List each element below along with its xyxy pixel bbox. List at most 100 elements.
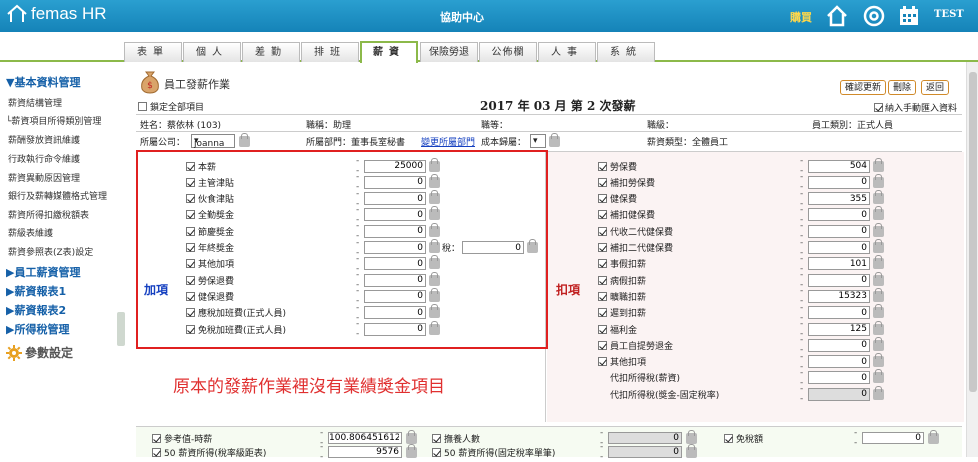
sidebar-group-report2[interactable]: ▶薪資報表2 — [6, 302, 66, 318]
item-checkbox[interactable] — [186, 243, 195, 252]
tab-personal[interactable]: 個人 — [183, 42, 241, 62]
sidebar-item-change-reason[interactable]: 薪資異動原因管理 — [8, 171, 80, 184]
item-checkbox[interactable] — [186, 308, 195, 318]
withholding-input[interactable] — [808, 371, 870, 385]
lock-icon[interactable] — [873, 353, 884, 368]
sidebar-item-payment-info[interactable]: 薪酬發放資訊維護 — [8, 133, 80, 146]
lock-icon[interactable] — [429, 157, 440, 172]
amount-input[interactable] — [364, 192, 426, 206]
lock-icon[interactable] — [873, 385, 884, 400]
at-mail-icon[interactable] — [862, 4, 886, 28]
logo[interactable]: femas HR — [6, 4, 107, 24]
buy-link[interactable]: 購買 — [790, 9, 812, 25]
item-checkbox[interactable] — [186, 161, 195, 171]
item-checkbox[interactable] — [598, 226, 607, 236]
lock-icon[interactable] — [429, 222, 440, 237]
amount-input[interactable] — [364, 159, 426, 173]
item-checkbox[interactable] — [598, 210, 607, 220]
tab-payroll[interactable]: 薪資 — [360, 41, 418, 63]
item-checkbox[interactable] — [598, 243, 607, 252]
amount-input[interactable] — [364, 208, 426, 222]
tab-scheduling[interactable]: 排班 — [301, 42, 359, 62]
lock-icon[interactable] — [873, 369, 884, 384]
sidebar-group-employee-salary[interactable]: ▶員工薪資管理 — [6, 264, 80, 280]
amount-input[interactable] — [364, 306, 426, 320]
lock-icon[interactable] — [429, 239, 440, 253]
tax-input[interactable] — [462, 241, 524, 254]
manual-import-box[interactable] — [874, 103, 883, 112]
lock-icon[interactable] — [406, 443, 417, 458]
lock-icon[interactable] — [873, 222, 884, 237]
amount-input[interactable] — [808, 306, 870, 320]
amount-input[interactable] — [364, 273, 426, 287]
tab-hr[interactable]: 人事 — [538, 42, 596, 62]
tab-bulletin[interactable]: 公佈欄 — [479, 42, 537, 62]
row-checkbox[interactable] — [152, 433, 161, 443]
amount-input[interactable] — [808, 208, 870, 222]
sidebar-group-income-tax[interactable]: ▶所得稅管理 — [6, 321, 69, 337]
row-checkbox[interactable] — [152, 447, 161, 457]
amount-input[interactable] — [364, 224, 426, 238]
sidebar-group-report1[interactable]: ▶薪資報表1 — [6, 283, 66, 299]
lock-icon[interactable] — [429, 206, 440, 221]
vertical-scrollbar[interactable] — [966, 62, 978, 457]
row-checkbox[interactable] — [432, 447, 441, 457]
lock-icon[interactable] — [873, 304, 884, 319]
sidebar-item-withholding-table[interactable]: 薪資所得扣繳稅額表 — [8, 208, 89, 221]
lock-icon[interactable] — [873, 173, 884, 188]
lock-icon[interactable] — [873, 320, 884, 335]
confirm-update-button[interactable]: 確認更新 — [840, 80, 887, 95]
scrollbar-thumb[interactable] — [969, 72, 977, 392]
sidebar-group-basic[interactable]: ▼基本資料管理 — [6, 74, 80, 90]
amount-input[interactable] — [808, 338, 870, 352]
lock-icon[interactable] — [406, 429, 417, 444]
cost-attribution-select[interactable]: ▾ — [530, 134, 546, 148]
amount-input[interactable] — [364, 289, 426, 303]
lock-icon[interactable] — [429, 271, 440, 286]
help-center-link[interactable]: 協助中心 — [440, 9, 484, 25]
item-checkbox[interactable] — [598, 161, 607, 171]
row-checkbox[interactable] — [432, 433, 441, 443]
lock-icon[interactable] — [873, 336, 884, 351]
exemption-input[interactable] — [862, 432, 924, 444]
item-checkbox[interactable] — [598, 357, 607, 367]
manual-import-checkbox[interactable]: 納入手動匯入資料 — [874, 101, 957, 114]
item-checkbox[interactable] — [598, 340, 607, 350]
sidebar-item-bank-format[interactable]: 銀行及薪轉媒體格式管理 — [8, 189, 107, 202]
tab-system[interactable]: 系統 — [597, 42, 655, 62]
cost-lock-icon[interactable] — [549, 133, 560, 147]
lock-icon[interactable] — [429, 304, 440, 319]
company-select[interactable]: joanna ▾ — [191, 134, 235, 149]
sidebar-item-income-category[interactable]: └薪資項目所得類別管理 — [6, 114, 101, 127]
amount-input[interactable] — [364, 257, 426, 271]
item-checkbox[interactable] — [186, 226, 195, 236]
lock-icon[interactable] — [429, 320, 440, 335]
sidebar-item-salary-structure[interactable]: 薪資結構管理 — [8, 96, 62, 109]
item-checkbox[interactable] — [598, 194, 607, 204]
item-checkbox[interactable] — [598, 275, 607, 285]
change-department-link[interactable]: 變更所屬部門 — [421, 135, 475, 148]
amount-input[interactable] — [808, 273, 870, 287]
withholding-input[interactable] — [808, 387, 870, 401]
lock-all-box[interactable] — [138, 102, 147, 111]
user-name[interactable]: TEST — [934, 9, 964, 20]
lock-icon[interactable] — [686, 429, 697, 444]
amount-input[interactable] — [364, 175, 426, 189]
amount-input[interactable] — [364, 241, 426, 254]
lock-icon[interactable] — [429, 255, 440, 270]
amount-input[interactable] — [808, 241, 870, 254]
tab-insurance[interactable]: 保險勞退 — [420, 42, 478, 62]
item-checkbox[interactable] — [186, 177, 195, 187]
item-checkbox[interactable] — [186, 291, 195, 301]
item-checkbox[interactable] — [598, 291, 607, 301]
item-checkbox[interactable] — [186, 259, 195, 269]
delete-button[interactable]: 刪除 — [888, 80, 917, 95]
sidebar-item-execution-order[interactable]: 行政執行命令維護 — [8, 152, 80, 165]
amount-input[interactable] — [808, 224, 870, 238]
fixed-rate-income-input[interactable] — [608, 446, 682, 458]
amount-input[interactable] — [808, 322, 870, 336]
lock-icon[interactable] — [873, 157, 884, 172]
calendar-icon[interactable] — [897, 4, 921, 28]
lock-all-checkbox[interactable]: 鎖定全部項目 — [138, 100, 204, 113]
amount-input[interactable] — [808, 175, 870, 189]
